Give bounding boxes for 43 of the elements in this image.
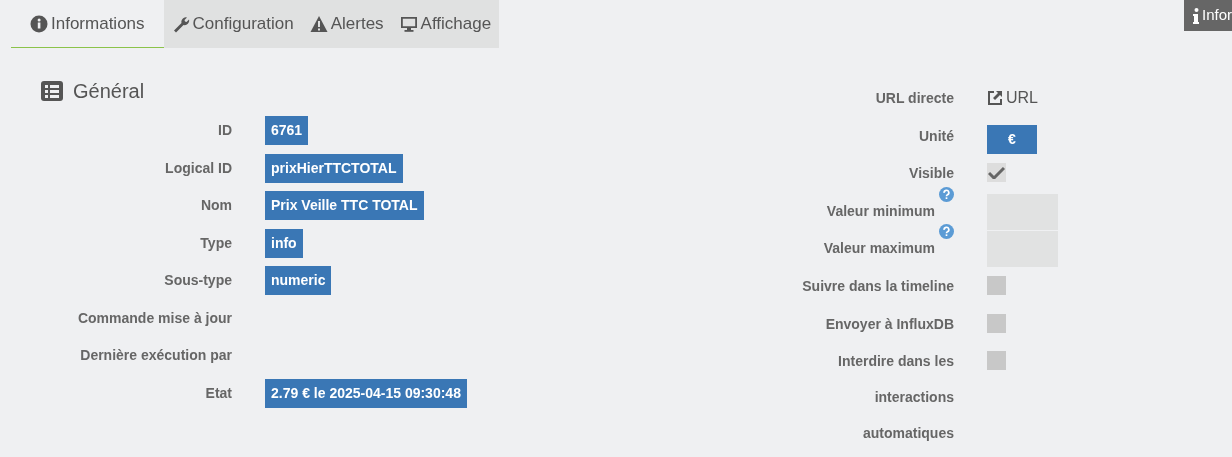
field-label: Valeur minimum (826, 202, 935, 219)
field-value: info (265, 228, 303, 258)
checkbox[interactable] (987, 313, 1006, 333)
field-label: ID (217, 121, 232, 141)
checkbox[interactable] (987, 163, 1006, 183)
wrench-icon (171, 15, 190, 33)
field-label: Dernière exécution par (79, 346, 232, 366)
field-label: Suivre dans la timeline (802, 277, 954, 294)
info-icon (30, 14, 48, 33)
field-label: Unité (919, 127, 954, 144)
help-icon[interactable] (939, 186, 954, 202)
monitor-icon (399, 15, 418, 33)
help-icon[interactable] (939, 224, 954, 240)
field-label: Visible (909, 165, 954, 182)
field-label: Interdire dans les interactions automatiques (838, 353, 954, 442)
field-label: Envoyer à InfluxDB (825, 315, 954, 332)
field-label: URL directe (875, 90, 954, 106)
field-value: prixHierTTCTOTAL (265, 153, 403, 183)
external-link-icon (987, 90, 1003, 106)
field-value: Prix Veille TTC TOTAL (265, 191, 424, 221)
checkbox[interactable] (987, 275, 1006, 295)
field-label: Etat (204, 383, 232, 403)
url-link[interactable]: URL (987, 86, 1038, 110)
field-label: Logical ID (164, 158, 232, 178)
list-icon (41, 81, 63, 101)
field-label: Sous-type (163, 271, 232, 291)
warning-icon (309, 15, 328, 33)
tab[interactable]: Affichage (391, 0, 500, 48)
unit-value: € (987, 124, 1037, 154)
info-button[interactable]: Infor (1184, 0, 1232, 31)
checkbox[interactable] (987, 351, 1006, 371)
info-icon (1193, 7, 1199, 24)
field-label: Valeur maximum (823, 240, 935, 257)
field-label: Nom (199, 196, 232, 216)
tab[interactable]: Informations (11, 0, 164, 48)
tab[interactable]: Alertes (301, 0, 392, 48)
field-label: Commande mise à jour (76, 308, 232, 328)
section-title: Général (73, 79, 145, 104)
tab[interactable]: Configuration (163, 0, 302, 48)
field-value: 6761 (265, 116, 309, 146)
field-value: numeric (265, 266, 332, 296)
field-value: 2.79 € le 2025-04-15 09:30:48 (265, 378, 467, 408)
field-label: Type (199, 233, 232, 253)
